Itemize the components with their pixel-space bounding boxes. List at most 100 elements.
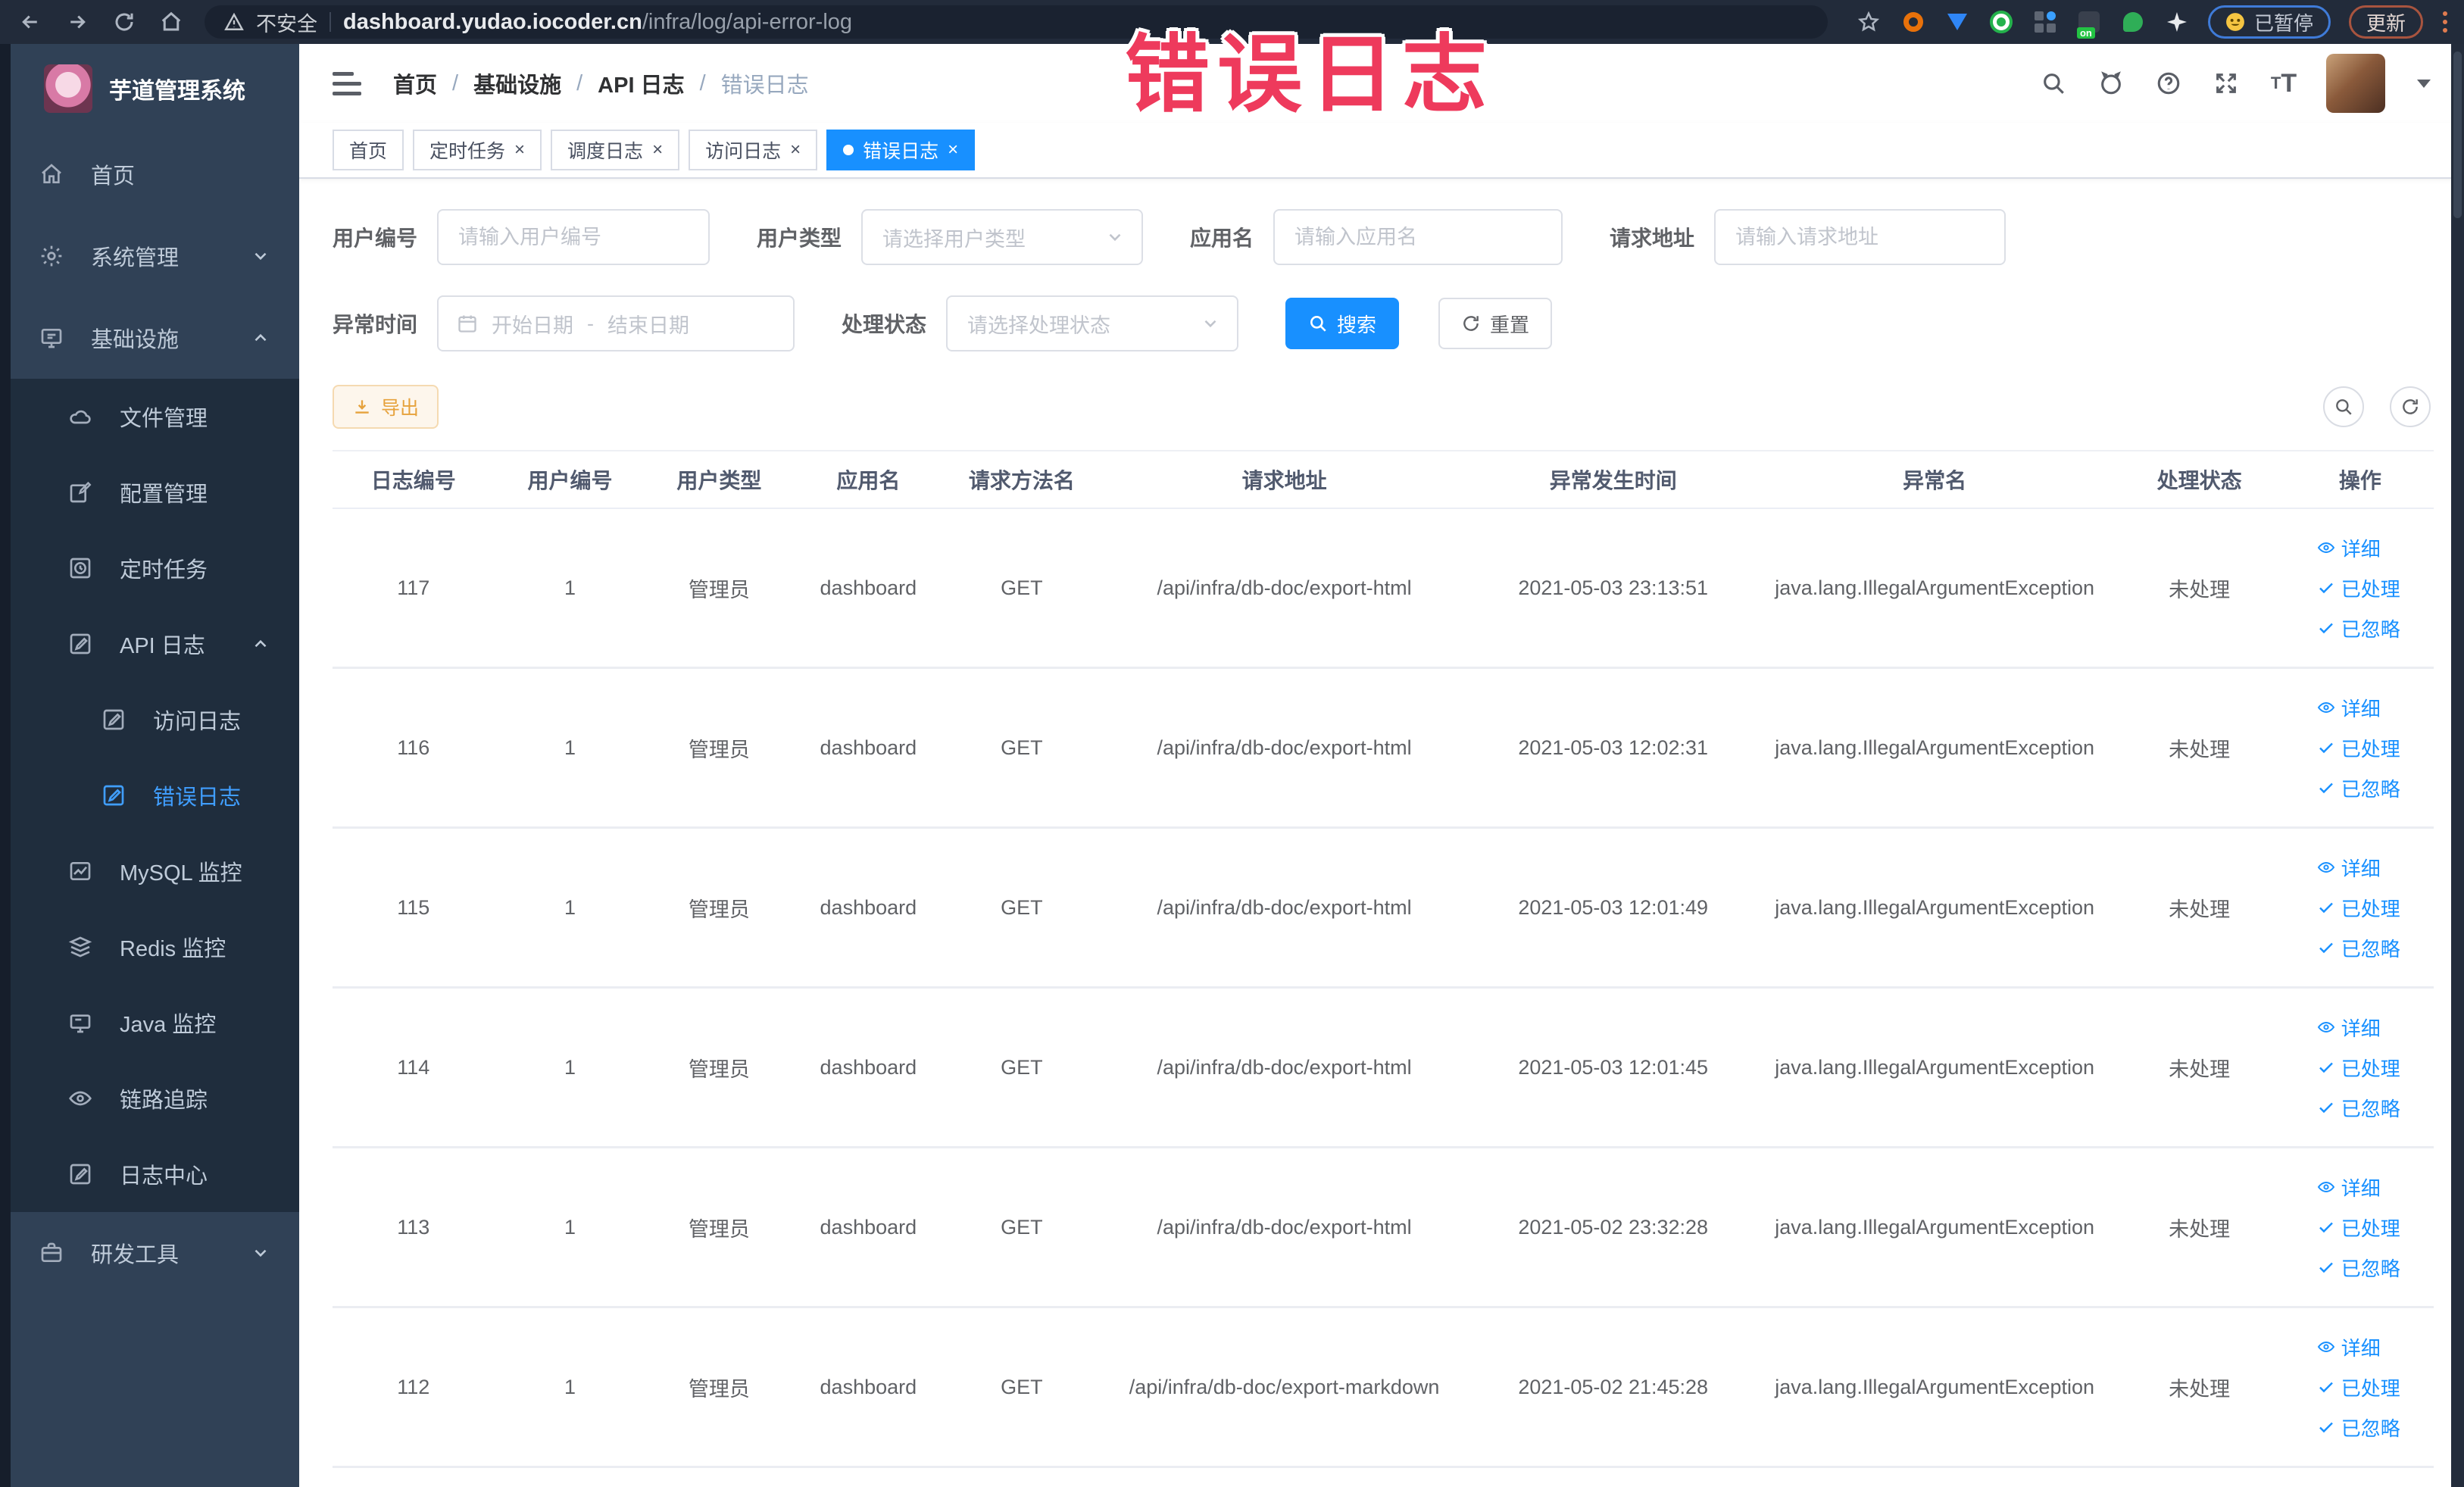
close-icon[interactable]: × bbox=[948, 141, 958, 159]
sidebar-item-java-monitor[interactable]: Java 监控 bbox=[0, 985, 299, 1061]
tab-access-log[interactable]: 访问日志 × bbox=[689, 130, 818, 170]
check-icon bbox=[2319, 1382, 2333, 1393]
document-edit-icon bbox=[101, 783, 126, 808]
sidebar-item-mysql-monitor[interactable]: MySQL 监控 bbox=[0, 833, 299, 909]
detail-link[interactable]: 详细 bbox=[2317, 1333, 2381, 1361]
extension-orange-ring-icon[interactable] bbox=[1900, 9, 1926, 35]
reset-button[interactable]: 重置 bbox=[1438, 298, 1553, 349]
sidebar-item-scheduled-job[interactable]: 定时任务 bbox=[0, 530, 299, 606]
sidebar-item-home[interactable]: 首页 bbox=[0, 133, 299, 215]
breadcrumb-api-log[interactable]: API 日志 bbox=[598, 67, 684, 99]
mark-ignored-link[interactable]: 已忽略 bbox=[2317, 1094, 2400, 1122]
table-row: 113 1 管理员 dashboard GET /api/infra/db-do… bbox=[333, 1148, 2434, 1308]
app-logo bbox=[44, 64, 92, 113]
tab-error-log[interactable]: 错误日志 × bbox=[826, 130, 976, 170]
breadcrumb-home[interactable]: 首页 bbox=[393, 67, 437, 99]
table-row: 112 1 管理员 dashboard GET /api/infra/db-do… bbox=[333, 1308, 2434, 1468]
cell-actions: 详细 已处理 已忽略 bbox=[2287, 694, 2434, 802]
cell-user-type: 管理员 bbox=[688, 1377, 750, 1401]
extension-on-badge-icon[interactable]: on bbox=[2076, 9, 2102, 39]
cell-app-name: dashboard bbox=[820, 1375, 917, 1398]
request-url-input[interactable] bbox=[1714, 209, 2006, 265]
user-avatar[interactable] bbox=[2326, 54, 2385, 113]
mark-ignored-link[interactable]: 已忽略 bbox=[2317, 614, 2400, 642]
sidebar-item-log-center[interactable]: 日志中心 bbox=[0, 1136, 299, 1212]
extension-blue-shield-icon[interactable] bbox=[1944, 9, 1970, 35]
extensions-puzzle-icon[interactable] bbox=[2164, 9, 2190, 35]
extension-sprout-icon[interactable] bbox=[2120, 9, 2146, 35]
app-logo-row[interactable]: 芋道管理系统 bbox=[0, 44, 299, 133]
sidebar-item-error-log[interactable]: 错误日志 bbox=[0, 758, 299, 833]
mark-processed-link[interactable]: 已处理 bbox=[2317, 574, 2400, 602]
sidebar-item-system[interactable]: 系统管理 bbox=[0, 215, 299, 297]
forward-icon[interactable] bbox=[64, 8, 91, 36]
mark-ignored-link[interactable]: 已忽略 bbox=[2317, 934, 2400, 962]
sidebar-item-trace[interactable]: 链路追踪 bbox=[0, 1061, 299, 1136]
detail-link[interactable]: 详细 bbox=[2317, 1014, 2381, 1042]
refresh-button[interactable] bbox=[2390, 386, 2431, 427]
font-size-icon[interactable]: TT bbox=[2269, 68, 2299, 98]
document-edit-icon bbox=[68, 632, 92, 656]
search-button[interactable]: 搜索 bbox=[1285, 298, 1400, 349]
hide-search-button[interactable] bbox=[2323, 386, 2364, 427]
tab-home[interactable]: 首页 bbox=[333, 130, 404, 170]
fullscreen-icon[interactable] bbox=[2211, 68, 2241, 98]
bookmark-star-icon[interactable] bbox=[1855, 8, 1882, 36]
cell-actions: 详细 已处理 已忽略 bbox=[2287, 854, 2434, 962]
export-button[interactable]: 导出 bbox=[333, 385, 439, 429]
eye-icon bbox=[2317, 1021, 2334, 1033]
mark-processed-link[interactable]: 已处理 bbox=[2317, 894, 2400, 922]
process-status-select[interactable]: 请选择处理状态 bbox=[946, 295, 1239, 351]
avatar-caret-icon[interactable] bbox=[2417, 79, 2431, 88]
cell-method: GET bbox=[1001, 1215, 1043, 1239]
sidebar-item-access-log[interactable]: 访问日志 bbox=[0, 682, 299, 758]
cell-app-name: dashboard bbox=[820, 1215, 917, 1239]
sidebar-toggle-icon[interactable] bbox=[333, 71, 361, 95]
browser-menu-icon[interactable] bbox=[2443, 11, 2447, 33]
home-icon[interactable] bbox=[158, 8, 185, 36]
close-icon[interactable]: × bbox=[790, 141, 801, 159]
user-id-input[interactable] bbox=[437, 209, 710, 265]
reload-icon[interactable] bbox=[111, 8, 138, 36]
back-icon[interactable] bbox=[17, 8, 44, 36]
mark-processed-link[interactable]: 已处理 bbox=[2317, 1054, 2400, 1082]
detail-link[interactable]: 详细 bbox=[2317, 1173, 2381, 1201]
user-type-select[interactable]: 请选择用户类型 bbox=[861, 209, 1144, 265]
mark-processed-link[interactable]: 已处理 bbox=[2317, 1214, 2400, 1242]
sidebar-item-devtools[interactable]: 研发工具 bbox=[0, 1212, 299, 1294]
detail-link[interactable]: 详细 bbox=[2317, 854, 2381, 882]
page-scrollbar[interactable] bbox=[2451, 44, 2464, 1487]
mark-ignored-link[interactable]: 已忽略 bbox=[2317, 1414, 2400, 1442]
close-icon[interactable]: × bbox=[514, 141, 525, 159]
date-range-picker[interactable]: 开始日期 - 结束日期 bbox=[437, 295, 795, 351]
detail-link[interactable]: 详细 bbox=[2317, 694, 2381, 722]
sidebar-item-infra[interactable]: 基础设施 bbox=[0, 297, 299, 379]
close-icon[interactable]: × bbox=[652, 141, 663, 159]
extension-green-circle-icon[interactable] bbox=[1988, 9, 2014, 35]
cell-status: 未处理 bbox=[2169, 1057, 2231, 1081]
tabs-bar: 首页 定时任务 × 调度日志 × 访问日志 × 错误日志 × bbox=[299, 123, 2464, 179]
sidebar-item-config-manage[interactable]: 配置管理 bbox=[0, 455, 299, 530]
tab-scheduled-job[interactable]: 定时任务 × bbox=[413, 130, 542, 170]
filter-request-url: 请求地址 bbox=[1610, 209, 2006, 265]
github-icon[interactable] bbox=[2096, 68, 2126, 98]
sidebar-item-redis-monitor[interactable]: Redis 监控 bbox=[0, 909, 299, 985]
address-bar[interactable]: 不安全 dashboard.yudao.iocoder.cn/infra/log… bbox=[205, 5, 1828, 39]
sidebar-item-api-log[interactable]: API 日志 bbox=[0, 606, 299, 682]
extension-grid-icon[interactable] bbox=[2032, 9, 2058, 35]
mark-ignored-link[interactable]: 已忽略 bbox=[2317, 774, 2400, 802]
mark-ignored-link[interactable]: 已忽略 bbox=[2317, 1254, 2400, 1282]
tab-schedule-log[interactable]: 调度日志 × bbox=[551, 130, 680, 170]
mark-processed-link[interactable]: 已处理 bbox=[2317, 1373, 2400, 1401]
mark-processed-link[interactable]: 已处理 bbox=[2317, 734, 2400, 762]
app-name-input[interactable] bbox=[1273, 209, 1563, 265]
breadcrumb-infra[interactable]: 基础设施 bbox=[473, 67, 561, 99]
cell-exception-name: java.lang.IllegalArgumentException bbox=[1775, 895, 2094, 919]
cell-app-name: dashboard bbox=[820, 1055, 917, 1079]
tab-paused-chip[interactable]: 已暂停 bbox=[2207, 5, 2331, 39]
search-icon[interactable] bbox=[2038, 68, 2069, 98]
chrome-update-chip[interactable]: 更新 bbox=[2348, 5, 2423, 39]
detail-link[interactable]: 详细 bbox=[2317, 534, 2381, 562]
sidebar-item-file-manage[interactable]: 文件管理 bbox=[0, 379, 299, 455]
help-icon[interactable] bbox=[2153, 68, 2184, 98]
